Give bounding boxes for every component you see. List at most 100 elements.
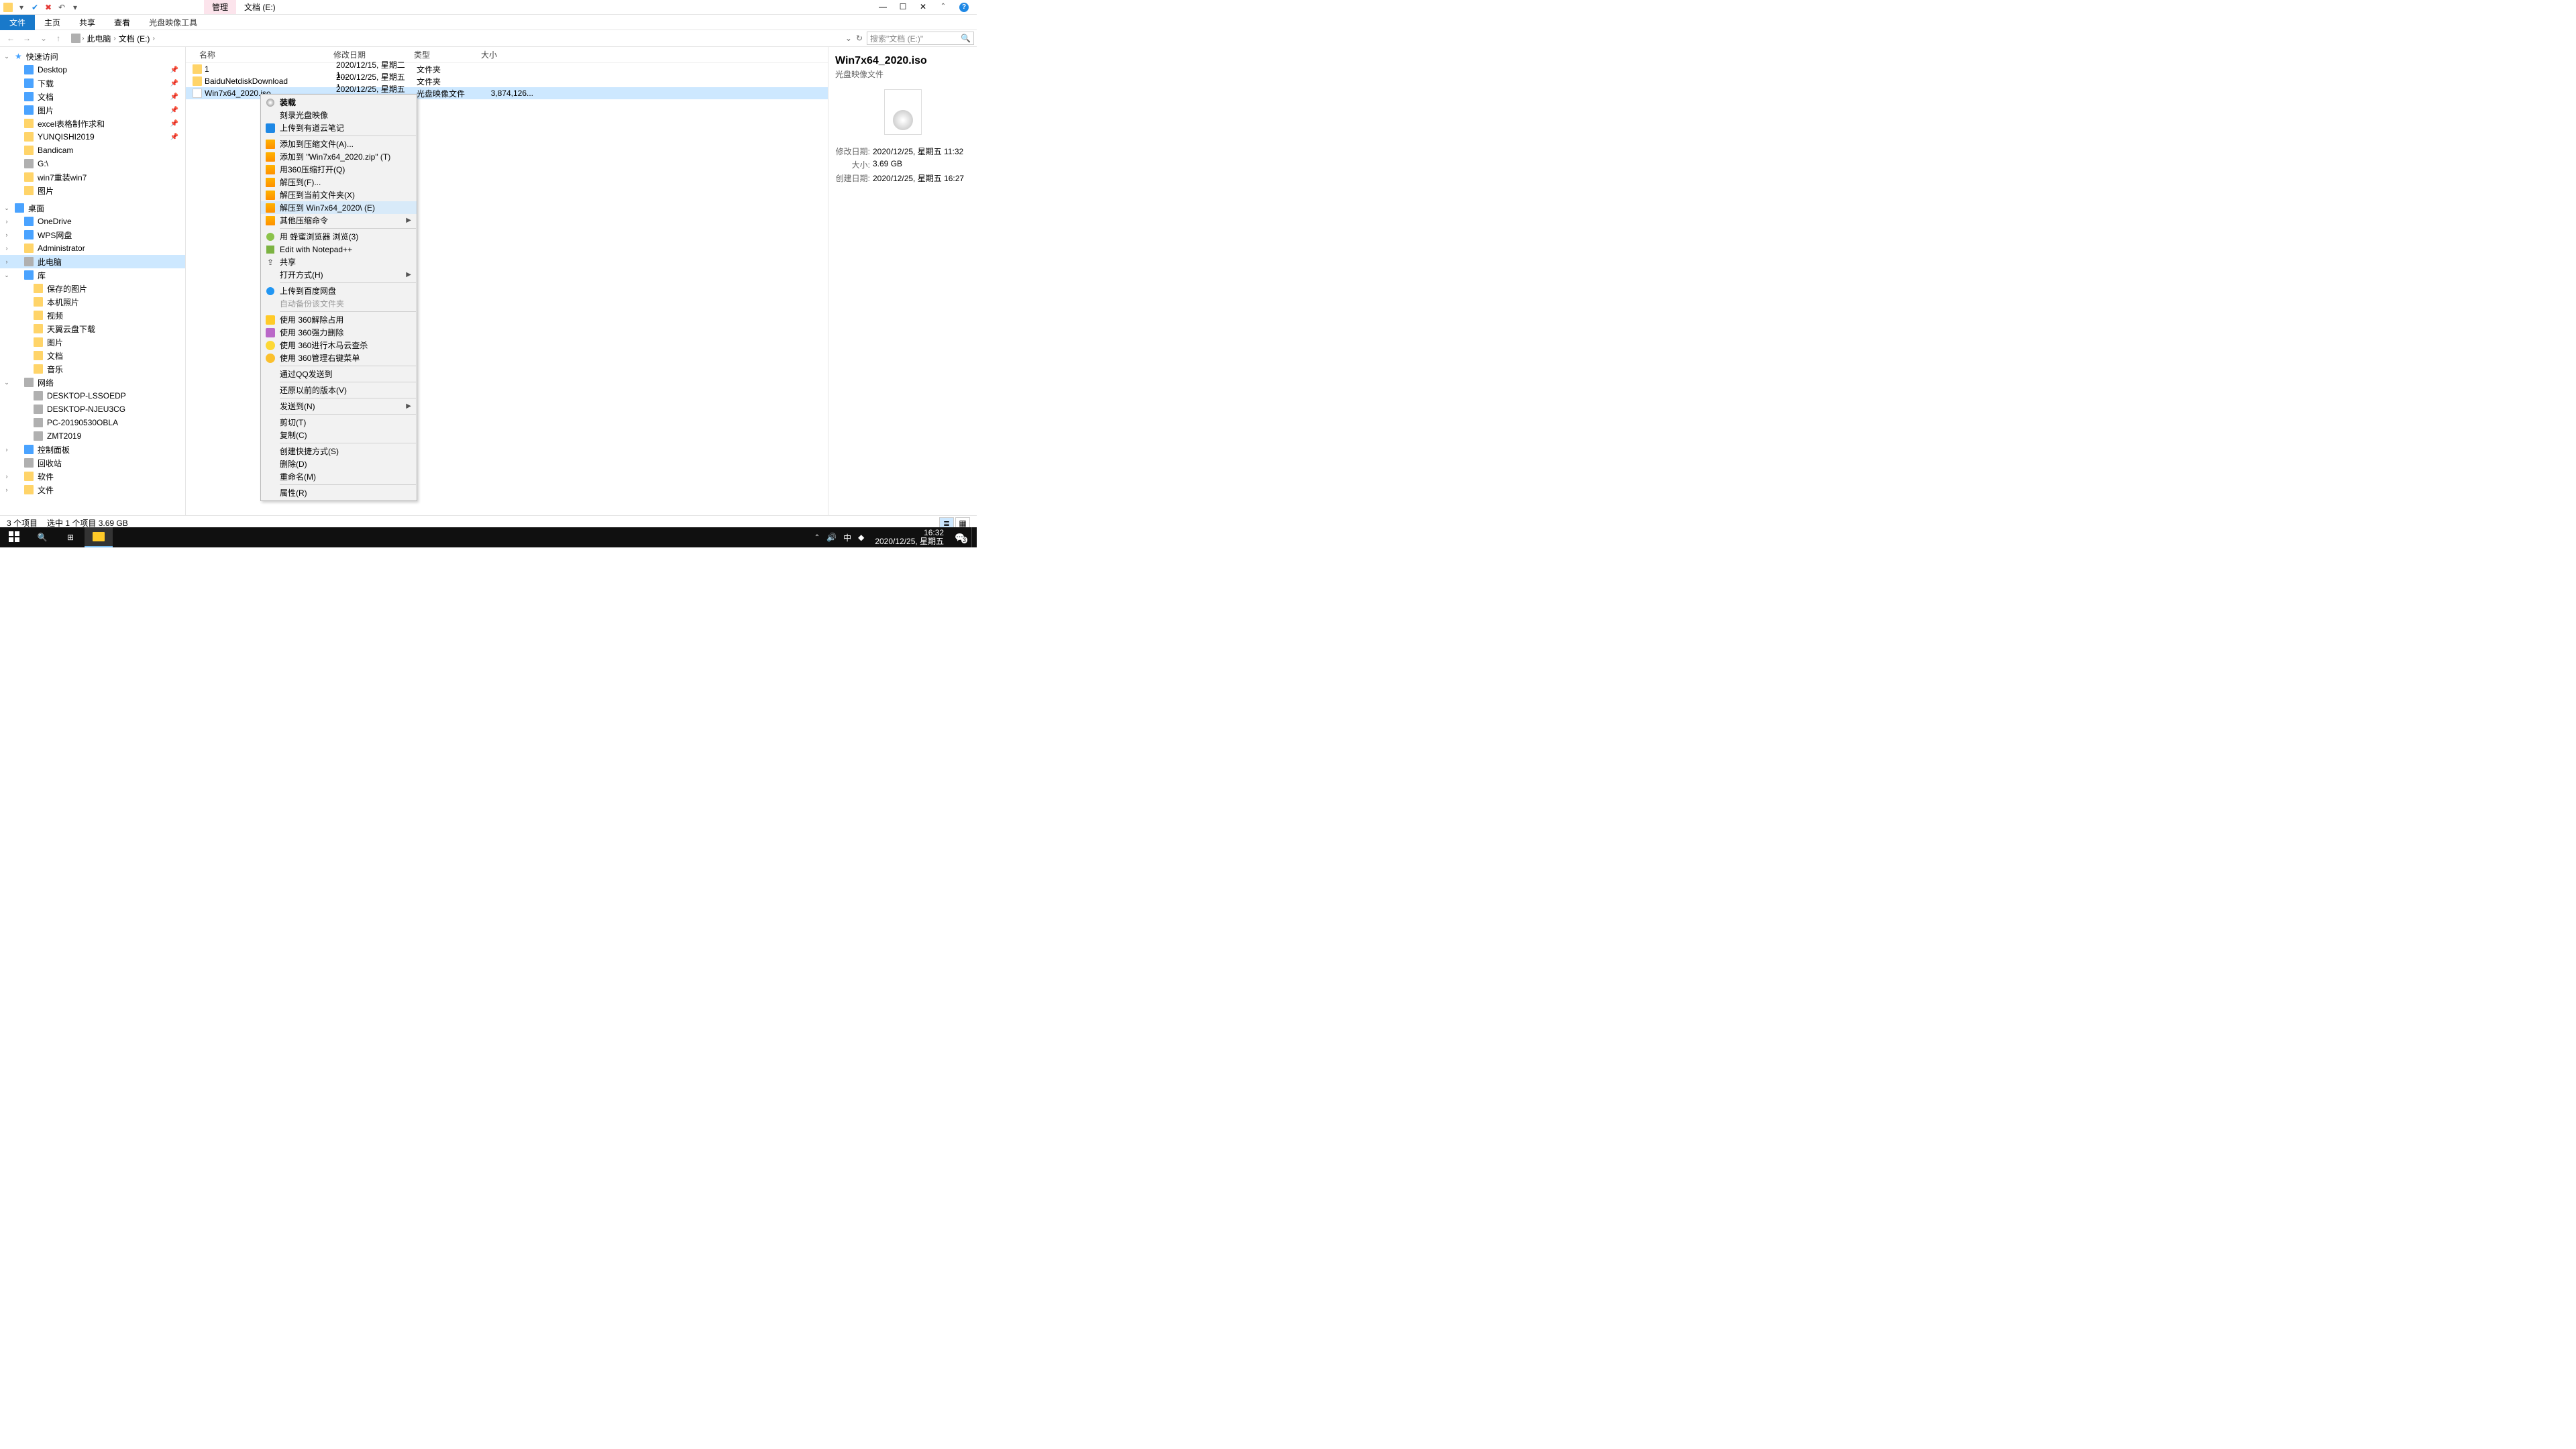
- ctx-add-zip[interactable]: 添加到 "Win7x64_2020.zip" (T): [261, 150, 417, 163]
- ctx-burn[interactable]: 刻录光盘映像: [261, 109, 417, 121]
- nav-item-yunqishi[interactable]: YUNQISHI2019📌: [0, 130, 185, 144]
- nav-item-administrator[interactable]: ›Administrator: [0, 241, 185, 255]
- nav-item-videos[interactable]: 视频: [0, 309, 185, 322]
- ctx-share[interactable]: ⇪共享: [261, 256, 417, 268]
- refresh-icon[interactable]: ↻: [856, 34, 863, 43]
- close-button[interactable]: ✕: [919, 3, 927, 11]
- qat-more-icon[interactable]: ▾: [70, 2, 80, 13]
- nav-forward-icon[interactable]: →: [23, 34, 31, 43]
- col-header-size[interactable]: 大小: [481, 49, 535, 60]
- address-dropdown-icon[interactable]: ⌄: [845, 34, 852, 43]
- tray-app-icon[interactable]: ◆: [858, 533, 864, 542]
- qat-check-icon[interactable]: ✔: [30, 2, 40, 13]
- show-desktop-button[interactable]: [971, 527, 974, 547]
- nav-item-libraries[interactable]: ⌄库: [0, 268, 185, 282]
- ctx-360-trojan[interactable]: 使用 360进行木马云查杀: [261, 339, 417, 352]
- nav-item-recycle-bin[interactable]: 回收站: [0, 456, 185, 470]
- expand-icon[interactable]: ›: [4, 231, 9, 238]
- expand-icon[interactable]: ⌄: [4, 379, 9, 386]
- ribbon-tab-share[interactable]: 共享: [70, 15, 105, 30]
- qat-undo-icon[interactable]: ↶: [56, 2, 67, 13]
- ctx-create-shortcut[interactable]: 创建快捷方式(S): [261, 445, 417, 458]
- breadcrumb-this-pc[interactable]: 此电脑: [85, 33, 112, 44]
- expand-icon[interactable]: ⌄: [4, 53, 9, 60]
- col-header-type[interactable]: 类型: [414, 49, 481, 60]
- ctx-notepadpp[interactable]: Edit with Notepad++: [261, 243, 417, 256]
- ribbon-context-tab[interactable]: 管理: [204, 0, 236, 14]
- nav-item-files[interactable]: ›文件: [0, 483, 185, 496]
- ctx-add-archive[interactable]: 添加到压缩文件(A)...: [261, 138, 417, 150]
- chevron-right-icon[interactable]: ›: [80, 35, 85, 42]
- ribbon-tab-view[interactable]: 查看: [105, 15, 140, 30]
- ribbon-tab-home[interactable]: 主页: [35, 15, 70, 30]
- chevron-right-icon[interactable]: ›: [112, 35, 117, 42]
- ctx-360-delete[interactable]: 使用 360强力删除: [261, 326, 417, 339]
- task-view-button[interactable]: ⊞: [56, 527, 85, 547]
- nav-item-tianyi[interactable]: 天翼云盘下载: [0, 322, 185, 335]
- nav-item-lib-pictures[interactable]: 图片: [0, 335, 185, 349]
- ctx-open-360zip[interactable]: 用360压缩打开(Q): [261, 163, 417, 176]
- explorer-taskbar-button[interactable]: [85, 527, 113, 547]
- ctx-extract-to[interactable]: 解压到(F)...: [261, 176, 417, 189]
- ctx-youdao[interactable]: 上传到有道云笔记: [261, 121, 417, 134]
- ctx-extract-named[interactable]: 解压到 Win7x64_2020\ (E): [261, 201, 417, 214]
- qat-dropdown-icon[interactable]: ▾: [16, 2, 27, 13]
- ribbon-toggle-icon[interactable]: ⌃: [939, 3, 947, 11]
- ctx-baidu[interactable]: 上传到百度网盘: [261, 284, 417, 297]
- volume-icon[interactable]: 🔊: [826, 533, 837, 542]
- nav-item-excel[interactable]: excel表格制作求和📌: [0, 117, 185, 130]
- nav-item-downloads[interactable]: 下载📌: [0, 76, 185, 90]
- search-button[interactable]: 🔍: [28, 527, 56, 547]
- tray-overflow-icon[interactable]: ⌃: [814, 534, 820, 541]
- nav-item-pictures[interactable]: 图片📌: [0, 103, 185, 117]
- nav-item-wps[interactable]: ›WPS网盘: [0, 228, 185, 241]
- ctx-360-menu[interactable]: 使用 360管理右键菜单: [261, 352, 417, 364]
- qat-delete-icon[interactable]: ✖: [43, 2, 54, 13]
- nav-item-this-pc[interactable]: ›此电脑: [0, 255, 185, 268]
- breadcrumb[interactable]: › 此电脑 › 文档 (E:) ›: [67, 33, 843, 44]
- help-icon[interactable]: ?: [959, 3, 969, 12]
- nav-item-bandicam[interactable]: Bandicam: [0, 144, 185, 157]
- nav-item-software[interactable]: ›软件: [0, 470, 185, 483]
- nav-item-g-drive[interactable]: G:\: [0, 157, 185, 170]
- breadcrumb-drive-e[interactable]: 文档 (E:): [117, 33, 152, 44]
- ribbon-tab-file[interactable]: 文件: [0, 15, 35, 30]
- nav-history-icon[interactable]: ⌄: [39, 34, 48, 43]
- nav-item-lib-documents[interactable]: 文档: [0, 349, 185, 362]
- nav-item-pc4[interactable]: ZMT2019: [0, 429, 185, 443]
- expand-icon[interactable]: ›: [4, 218, 9, 225]
- nav-item-saved-pictures[interactable]: 保存的图片: [0, 282, 185, 295]
- nav-item-desktop[interactable]: Desktop📌: [0, 63, 185, 76]
- ctx-mount[interactable]: 装载: [261, 96, 417, 109]
- ctx-open-with[interactable]: 打开方式(H)▶: [261, 268, 417, 281]
- ctx-other-zip[interactable]: 其他压缩命令▶: [261, 214, 417, 227]
- ctx-360-unlock[interactable]: 使用 360解除占用: [261, 313, 417, 326]
- nav-item-pc3[interactable]: PC-20190530OBLA: [0, 416, 185, 429]
- nav-back-icon[interactable]: ←: [7, 34, 15, 43]
- nav-item-onedrive[interactable]: ›OneDrive: [0, 215, 185, 228]
- nav-quick-access[interactable]: ⌄ ★ 快速访问: [0, 50, 185, 63]
- navigation-pane[interactable]: ⌄ ★ 快速访问 Desktop📌 下载📌 文档📌 图片📌 excel表格制作求…: [0, 47, 186, 515]
- expand-icon[interactable]: ›: [4, 473, 9, 480]
- nav-item-documents[interactable]: 文档📌: [0, 90, 185, 103]
- ctx-bee-browser[interactable]: 用 蜂蜜浏览器 浏览(3): [261, 230, 417, 243]
- file-row[interactable]: 1 2020/12/15, 星期二 1... 文件夹: [186, 63, 828, 75]
- nav-desktop-root[interactable]: ⌄ 桌面: [0, 201, 185, 215]
- ctx-properties[interactable]: 属性(R): [261, 486, 417, 499]
- search-input[interactable]: 搜索"文档 (E:)" 🔍: [867, 32, 974, 45]
- ctx-send-to[interactable]: 发送到(N)▶: [261, 400, 417, 413]
- nav-item-pc2[interactable]: DESKTOP-NJEU3CG: [0, 402, 185, 416]
- nav-item-local-photos[interactable]: 本机照片: [0, 295, 185, 309]
- minimize-button[interactable]: ―: [879, 3, 887, 11]
- nav-up-icon[interactable]: ↑: [56, 34, 60, 43]
- nav-item-control-panel[interactable]: ›控制面板: [0, 443, 185, 456]
- nav-item-pictures2[interactable]: 图片: [0, 184, 185, 197]
- nav-item-win7reinstall[interactable]: win7重装win7: [0, 170, 185, 184]
- ctx-extract-here[interactable]: 解压到当前文件夹(X): [261, 189, 417, 201]
- nav-item-pc1[interactable]: DESKTOP-LSSOEDP: [0, 389, 185, 402]
- file-row[interactable]: BaiduNetdiskDownload 2020/12/25, 星期五 1..…: [186, 75, 828, 87]
- chevron-right-icon[interactable]: ›: [151, 35, 156, 42]
- search-icon[interactable]: 🔍: [961, 34, 971, 43]
- expand-icon[interactable]: ›: [4, 486, 9, 493]
- ctx-qq-send[interactable]: 通过QQ发送到: [261, 368, 417, 380]
